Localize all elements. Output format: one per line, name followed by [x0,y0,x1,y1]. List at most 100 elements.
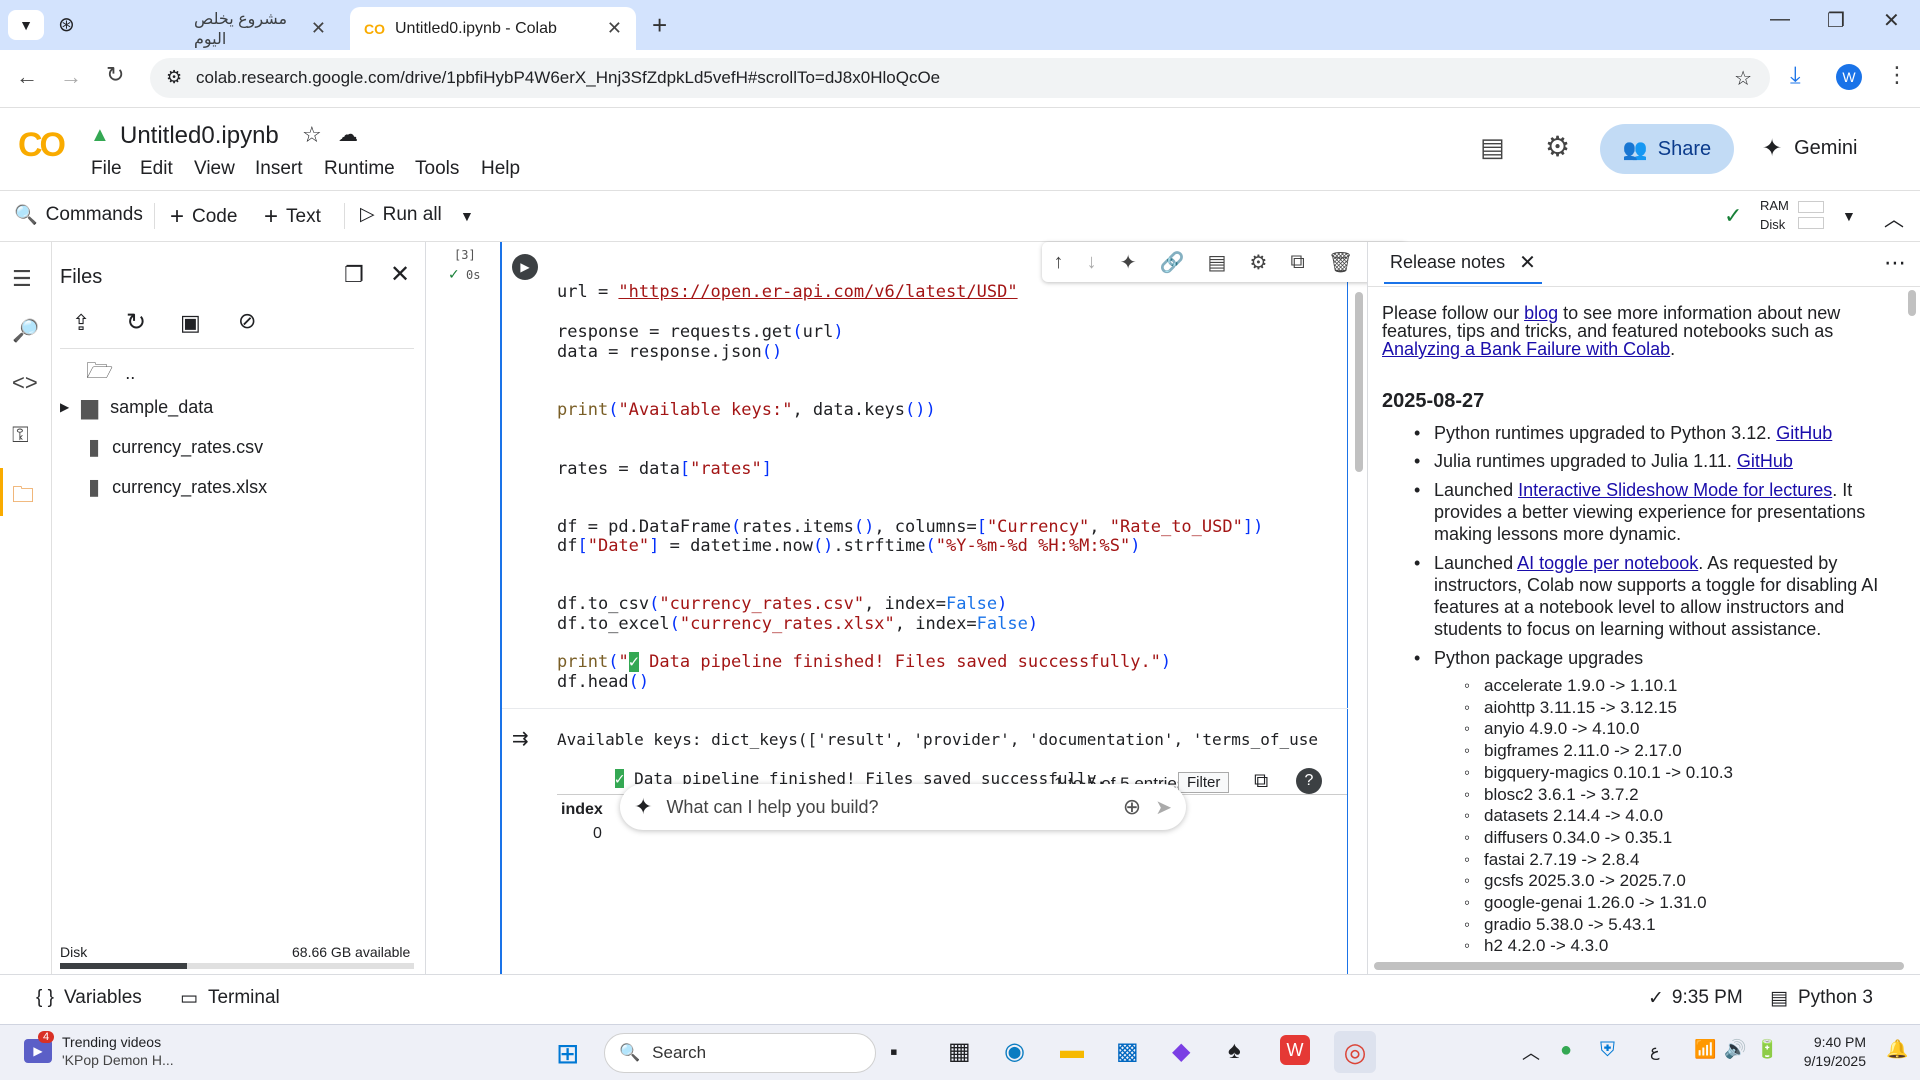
runtime-dropdown-icon[interactable]: ▼ [1842,208,1856,224]
new-tab-button[interactable]: + [652,10,667,41]
reload-icon[interactable]: ↻ [106,62,124,88]
ai-toggle-link[interactable]: AI toggle per notebook [1517,553,1698,573]
runtime-type-button[interactable]: ▤ Python 3 [1770,987,1873,1010]
back-icon[interactable]: ← [16,64,38,90]
release-notes-tab[interactable]: Release notes ✕ [1384,242,1542,284]
add-text-button[interactable]: + Text [264,203,321,231]
notebook-scrollbar[interactable] [1355,292,1363,472]
start-icon[interactable]: ⊞ [556,1037,579,1070]
notebook-title[interactable]: Untitled0.ipynb [120,122,279,150]
parent-folder-item[interactable]: 🗁 .. [86,354,135,392]
chrome-menu-icon[interactable]: ⋮ [1886,62,1908,88]
forward-icon[interactable]: → [60,64,82,90]
slideshow-link[interactable]: Interactive Slideshow Mode for lectures [1518,480,1832,500]
download-icon[interactable]: ⤓ [1790,62,1801,90]
more-options-icon[interactable]: ⋯ [1884,250,1906,276]
run-all-dropdown[interactable]: ▼ [460,208,474,224]
volume-icon[interactable]: 🔊 [1724,1039,1746,1060]
code-cell[interactable]: ▶ ↑ ↓ ✦ 🔗 ▤ ⚙ ⧉ 🗑 ⋮ url = "https://open.… [500,242,1408,974]
comment-icon[interactable]: ▤ [1208,250,1227,275]
link-icon[interactable]: 🔗 [1160,250,1185,275]
variables-button[interactable]: { } Variables [36,987,142,1009]
restore-icon[interactable]: ❐ [1827,8,1845,33]
terminal-button[interactable]: ▭ Terminal [180,987,280,1010]
tab-search-button[interactable]: ▼ [8,10,44,40]
file-item-xlsx[interactable]: ▮ currency_rates.xlsx [88,474,267,500]
app-icon[interactable]: ▦ [948,1037,971,1066]
bookmark-star-icon[interactable]: ☆ [1734,66,1752,91]
commands-button[interactable]: 🔍 Commands [14,203,143,227]
copy-table-icon[interactable]: ⧉ [1254,770,1268,793]
gemini-sparkle-icon[interactable]: ✦ [1120,250,1137,275]
github-link[interactable]: GitHub [1737,451,1793,471]
secrets-key-icon[interactable]: ⚿ [12,422,29,448]
run-cell-icon[interactable]: ▶ [512,254,538,280]
menu-insert[interactable]: Insert [255,158,303,180]
close-icon[interactable]: ✕ [1519,250,1536,275]
menu-help[interactable]: Help [481,158,520,180]
edge-icon[interactable]: ◉ [1004,1037,1025,1066]
output-toggle-icon[interactable]: ⇉ [512,726,529,751]
add-icon[interactable]: ⊕ [1123,794,1141,820]
find-icon[interactable]: 🔎 [12,318,39,344]
wps-icon[interactable]: W [1280,1035,1310,1065]
store-icon[interactable]: ▩ [1116,1037,1139,1066]
collapse-header-icon[interactable]: ︿ [1884,203,1904,232]
github-link[interactable]: GitHub [1776,423,1832,443]
colab-logo[interactable]: CO [18,126,66,165]
filter-button[interactable]: Filter [1178,772,1230,793]
close-window-icon[interactable]: ✕ [1883,8,1900,33]
refresh-icon[interactable]: ↻ [126,308,146,337]
move-down-icon[interactable]: ↓ [1087,251,1097,274]
star-icon[interactable]: ☆ [302,122,322,148]
settings-gear-icon[interactable]: ⚙ [1545,130,1570,163]
m365-icon[interactable]: ◆ [1172,1037,1190,1066]
comments-icon[interactable]: ▤ [1480,132,1505,163]
files-folder-icon[interactable]: 🗀 [12,478,34,516]
language-indicator[interactable]: ع [1650,1041,1660,1061]
ai-prompt-bar[interactable]: ✦ What can I help you build? ⊕ ➤ [620,784,1186,830]
tab-arabic-project[interactable]: مشروع يخلص اليوم ✕ [90,7,340,50]
exec-status[interactable]: ✓ 9:35 PM [1648,987,1743,1010]
move-up-icon[interactable]: ↑ [1054,251,1064,274]
site-settings-icon[interactable]: ⚙ [166,67,182,88]
run-all-button[interactable]: ▷ Run all [360,203,442,226]
close-panel-icon[interactable]: ✕ [390,260,410,289]
defender-icon[interactable]: ⛨ [1600,1039,1615,1062]
menu-edit[interactable]: Edit [140,158,173,180]
wifi-icon[interactable]: 📶 [1694,1039,1716,1060]
hide-files-icon[interactable]: ⊘ [238,308,256,334]
solitaire-icon[interactable]: ♠ [1228,1037,1241,1065]
notification-bell-icon[interactable]: 🔔 [1886,1039,1908,1060]
omnibox[interactable]: ⚙ colab.research.google.com/drive/1pbfiH… [150,58,1770,98]
menu-file[interactable]: File [91,158,122,180]
horizontal-scrollbar[interactable] [1374,962,1904,970]
release-notes-scrollbar[interactable] [1908,290,1916,316]
menu-runtime[interactable]: Runtime [324,158,395,180]
tab-colab[interactable]: CO Untitled0.ipynb - Colab ✕ [350,7,636,50]
add-code-button[interactable]: + Code [170,203,237,231]
chrome-icon[interactable]: ◎ [1334,1031,1376,1073]
delete-icon[interactable]: 🗑 [1328,250,1353,275]
table-of-contents-icon[interactable]: ☰ [12,266,32,292]
bank-failure-link[interactable]: Analyzing a Bank Failure with Colab [1382,339,1670,359]
open-in-window-icon[interactable]: ❐ [344,262,364,288]
widgets-button[interactable]: ▶ 4 Trending videos 'KPop Demon H... [24,1031,174,1069]
menu-view[interactable]: View [194,158,235,180]
code-snippets-icon[interactable]: <> [12,370,38,396]
minimize-icon[interactable]: — [1770,8,1790,31]
resources-indicator[interactable]: RAM Disk [1760,196,1789,234]
gemini-button[interactable]: ✦ Gemini [1762,134,1857,163]
close-icon[interactable]: ✕ [311,18,326,39]
clock[interactable]: 9:40 PM 9/19/2025 [1796,1033,1866,1071]
task-view-icon[interactable]: ▪ [890,1039,898,1065]
taskbar-search[interactable]: 🔍 Search [604,1033,876,1073]
file-item-csv[interactable]: ▮ currency_rates.csv [88,434,263,460]
share-button[interactable]: 👥 Share [1600,124,1734,174]
upload-file-icon[interactable]: ⇪ [72,310,90,336]
help-icon[interactable]: ? [1296,768,1322,794]
file-explorer-icon[interactable]: ▬ [1060,1037,1084,1065]
blog-link[interactable]: blog [1524,303,1558,323]
chevron-right-icon[interactable]: ▶ [60,400,69,414]
close-icon[interactable]: ✕ [607,18,622,39]
